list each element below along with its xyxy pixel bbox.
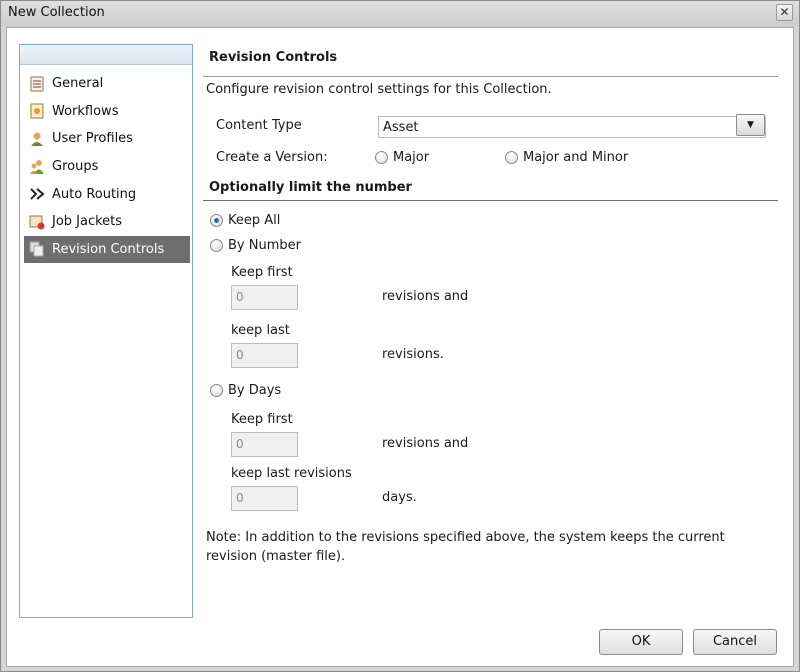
workflows-icon xyxy=(28,102,46,120)
by-days-keep-last-label: keep last revisions xyxy=(231,466,352,481)
by-number-radio[interactable]: By Number xyxy=(210,238,301,253)
radio-label: By Number xyxy=(228,238,301,253)
radio-icon xyxy=(210,214,223,227)
chevron-down-icon: ▼ xyxy=(747,120,754,130)
by-number-keep-last-input[interactable]: 0 xyxy=(231,343,298,368)
by-days-keep-first-input[interactable]: 0 xyxy=(231,432,298,457)
sidebar-item-groups[interactable]: Groups xyxy=(24,153,190,181)
sidebar-item-label: Groups xyxy=(52,159,99,175)
general-icon xyxy=(28,75,46,93)
by-number-keep-last-suffix: revisions. xyxy=(382,347,444,362)
limit-section-title: Optionally limit the number xyxy=(209,180,412,195)
page-title: Revision Controls xyxy=(209,50,338,65)
by-days-keep-first-suffix: revisions and xyxy=(382,436,469,451)
groups-icon xyxy=(28,158,46,176)
by-number-keep-first-label: Keep first xyxy=(231,265,293,280)
sidebar-item-label: Job Jackets xyxy=(52,214,123,230)
new-collection-dialog: New Collection ✕ General Workflows User … xyxy=(0,0,800,672)
sidebar-header xyxy=(20,45,192,65)
title-bar: New Collection ✕ xyxy=(1,1,799,27)
sidebar-item-job-jackets[interactable]: Job Jackets xyxy=(24,208,190,236)
sidebar-item-label: Revision Controls xyxy=(52,241,165,257)
cancel-button[interactable]: Cancel xyxy=(693,629,777,655)
sidebar-nav: General Workflows User Profiles Groups A… xyxy=(24,70,190,264)
radio-icon xyxy=(505,151,518,164)
sidebar-item-general[interactable]: General xyxy=(24,70,190,98)
by-number-keep-last-label: keep last xyxy=(231,323,290,338)
content-type-select[interactable]: Asset xyxy=(378,116,766,138)
sidebar-item-revision-controls[interactable]: Revision Controls xyxy=(24,235,190,264)
sidebar-item-label: User Profiles xyxy=(52,131,133,147)
by-days-keep-last-suffix: days. xyxy=(382,490,417,505)
radio-icon xyxy=(210,384,223,397)
auto-routing-icon xyxy=(28,185,46,203)
radio-icon xyxy=(375,151,388,164)
sidebar-item-auto-routing[interactable]: Auto Routing xyxy=(24,180,190,208)
revision-controls-icon xyxy=(28,240,46,258)
content-type-value: Asset xyxy=(383,120,419,135)
radio-label: Keep All xyxy=(228,213,281,228)
divider xyxy=(203,76,778,77)
radio-label: Major and Minor xyxy=(523,150,629,165)
radio-icon xyxy=(210,239,223,252)
content-panel: Revision Controls Configure revision con… xyxy=(203,28,788,666)
sidebar-item-user-profiles[interactable]: User Profiles xyxy=(24,125,190,153)
create-version-label: Create a Version: xyxy=(216,150,328,165)
divider xyxy=(203,200,778,201)
dialog-body: General Workflows User Profiles Groups A… xyxy=(6,27,794,667)
content-type-label: Content Type xyxy=(216,118,302,133)
sidebar-item-label: Auto Routing xyxy=(52,186,137,202)
ok-button[interactable]: OK xyxy=(599,629,683,655)
by-number-keep-first-input[interactable]: 0 xyxy=(231,285,298,310)
by-days-keep-first-label: Keep first xyxy=(231,412,293,427)
job-jackets-icon xyxy=(28,213,46,231)
user-profiles-icon xyxy=(28,130,46,148)
sidebar-item-label: General xyxy=(52,76,104,92)
close-button[interactable]: ✕ xyxy=(776,4,793,21)
window-title: New Collection xyxy=(8,5,105,20)
sidebar-item-workflows[interactable]: Workflows xyxy=(24,98,190,126)
by-days-radio[interactable]: By Days xyxy=(210,383,281,398)
sidebar-item-label: Workflows xyxy=(52,103,119,119)
version-major-radio[interactable]: Major xyxy=(375,150,429,165)
dropdown-arrow-button[interactable]: ▼ xyxy=(736,114,765,136)
radio-label: By Days xyxy=(228,383,282,398)
description-text: Configure revision control settings for … xyxy=(206,82,552,97)
sidebar: General Workflows User Profiles Groups A… xyxy=(19,44,193,618)
keep-all-radio[interactable]: Keep All xyxy=(210,213,280,228)
radio-label: Major xyxy=(393,150,430,165)
note-text: Note: In addition to the revisions speci… xyxy=(206,530,725,564)
version-major-minor-radio[interactable]: Major and Minor xyxy=(505,150,628,165)
by-number-keep-first-suffix: revisions and xyxy=(382,289,469,304)
by-days-keep-last-input[interactable]: 0 xyxy=(231,486,298,511)
